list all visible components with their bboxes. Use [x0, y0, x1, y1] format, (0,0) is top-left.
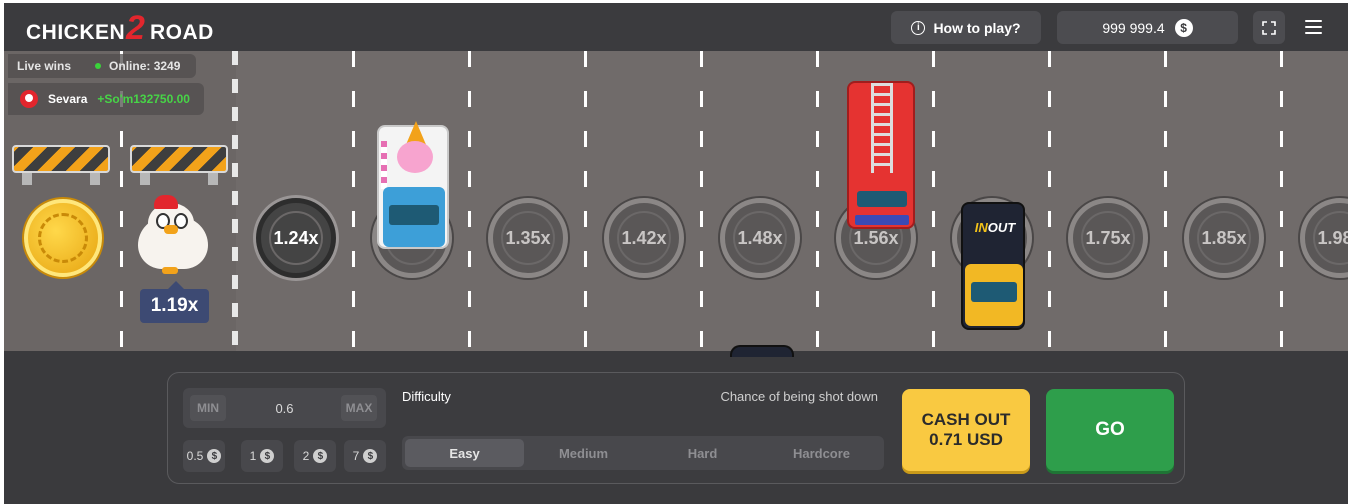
manhole-step[interactable]: 1.85x	[1184, 198, 1264, 278]
quick-bet-value: 7	[352, 449, 360, 463]
difficulty-tab-hard[interactable]: Hard	[643, 439, 762, 467]
vehicle-peek-icon	[730, 345, 794, 357]
truck-brand: INOUT	[974, 220, 1016, 235]
online-dot-icon	[95, 63, 102, 69]
winner-name: Sevara	[48, 92, 88, 106]
balance-display: 999 999.4 $	[1057, 11, 1238, 44]
step-multiplier: 1.98x	[1317, 227, 1348, 248]
game-app: CHICKEN 2 ROAD i How to play? 999 999.4 …	[4, 3, 1348, 504]
bet-value[interactable]: 0.6	[243, 388, 326, 428]
fullscreen-button[interactable]	[1253, 11, 1285, 44]
cash-out-button[interactable]: CASH OUT 0.71 USD	[902, 389, 1030, 471]
quick-bet-button[interactable]: 2 $	[294, 440, 336, 472]
lane-divider	[1280, 51, 1283, 351]
menu-button[interactable]	[1301, 15, 1325, 39]
step-multiplier: 1.48x	[737, 227, 783, 248]
delivery-truck-icon: INOUT	[961, 202, 1025, 330]
currency-icon: $	[1174, 18, 1193, 37]
gold-coin-icon	[24, 199, 102, 277]
fullscreen-icon	[1262, 20, 1276, 35]
manhole-step[interactable]: 1.42x	[604, 198, 684, 278]
max-bet-button[interactable]: MAX	[341, 395, 377, 421]
avatar-icon	[20, 90, 38, 108]
top-bar: CHICKEN 2 ROAD i How to play? 999 999.4 …	[4, 3, 1348, 51]
cash-out-amount: 0.71 USD	[929, 430, 1003, 449]
live-win-entry: Sevara +So'm132750.00	[8, 83, 204, 115]
lane-divider	[468, 51, 471, 351]
game-logo: CHICKEN 2 ROAD	[26, 9, 236, 47]
bet-amount-input[interactable]: MIN 0.6 MAX	[183, 388, 386, 428]
cash-out-label: CASH OUT	[921, 410, 1011, 430]
coin-icon: $	[260, 449, 275, 463]
balance-value: 999 999.4	[1102, 19, 1165, 36]
lane-divider	[352, 51, 355, 351]
step-multiplier: 1.56x	[853, 227, 899, 248]
difficulty-tabs: Easy Medium Hard Hardcore	[402, 436, 884, 470]
quick-bet-button[interactable]: 1 $	[241, 440, 283, 472]
menu-icon-line	[1304, 32, 1322, 34]
curb-line	[232, 51, 238, 351]
logo-number: 2	[126, 9, 145, 47]
coin-icon: $	[313, 449, 328, 463]
step-multiplier: 1.75x	[1085, 227, 1131, 248]
road-barrier-icon	[130, 137, 228, 187]
manhole-step[interactable]: 1.24x	[256, 198, 336, 278]
difficulty-tab-easy[interactable]: Easy	[405, 439, 524, 467]
quick-bet-value: 2	[302, 449, 310, 463]
difficulty-tab-medium[interactable]: Medium	[524, 439, 643, 467]
go-button[interactable]: GO	[1046, 389, 1174, 471]
step-multiplier: 1.42x	[621, 227, 667, 248]
difficulty-label: Difficulty	[402, 389, 451, 404]
live-wins-label: Live wins	[17, 59, 72, 73]
difficulty-tab-hardcore[interactable]: Hardcore	[762, 439, 881, 467]
logo-text-chicken: CHICKEN	[26, 21, 126, 44]
menu-icon-line	[1304, 20, 1322, 22]
step-multiplier: 1.35x	[505, 227, 551, 248]
online-count: Online: 3249	[109, 59, 181, 73]
min-bet-button[interactable]: MIN	[190, 395, 226, 421]
how-to-play-label: How to play?	[933, 19, 1021, 36]
quick-bet-button[interactable]: 0.5 $	[183, 440, 225, 472]
lane-divider	[816, 51, 819, 351]
control-panel: MIN 0.6 MAX 0.5 $ 1 $ 2 $ 7 $ Difficulty…	[167, 372, 1185, 484]
manhole-step[interactable]: 1.35x	[488, 198, 568, 278]
ice-cream-truck-icon	[377, 121, 449, 249]
manhole-step[interactable]: 1.48x	[720, 198, 800, 278]
step-multiplier: 1.85x	[1201, 227, 1247, 248]
coin-icon: $	[207, 449, 222, 463]
step-multiplier: 1.24x	[273, 227, 319, 248]
lane-divider	[1164, 51, 1167, 351]
how-to-play-button[interactable]: i How to play?	[891, 11, 1041, 44]
chance-label: Chance of being shot down	[720, 389, 878, 404]
live-wins-bar: Live wins Online: 3249	[8, 54, 196, 78]
lane-divider	[700, 51, 703, 351]
menu-icon-line	[1304, 26, 1322, 28]
lane-divider	[1048, 51, 1051, 351]
quick-bet-value: 1	[249, 449, 257, 463]
coin-icon: $	[363, 449, 378, 463]
lane-divider	[584, 51, 587, 351]
chicken-icon	[134, 195, 210, 275]
fire-truck-icon	[847, 81, 915, 229]
quick-bet-button[interactable]: 7 $	[344, 440, 386, 472]
current-multiplier-tag: 1.19x	[140, 281, 209, 323]
road-barrier-icon	[12, 137, 110, 187]
info-icon: i	[911, 20, 926, 35]
winner-amount: +So'm132750.00	[97, 92, 190, 106]
quick-bet-value: 0.5	[186, 449, 204, 463]
manhole-step[interactable]: 1.75x	[1068, 198, 1148, 278]
logo-text-road: ROAD	[150, 21, 214, 44]
lane-divider	[932, 51, 935, 351]
